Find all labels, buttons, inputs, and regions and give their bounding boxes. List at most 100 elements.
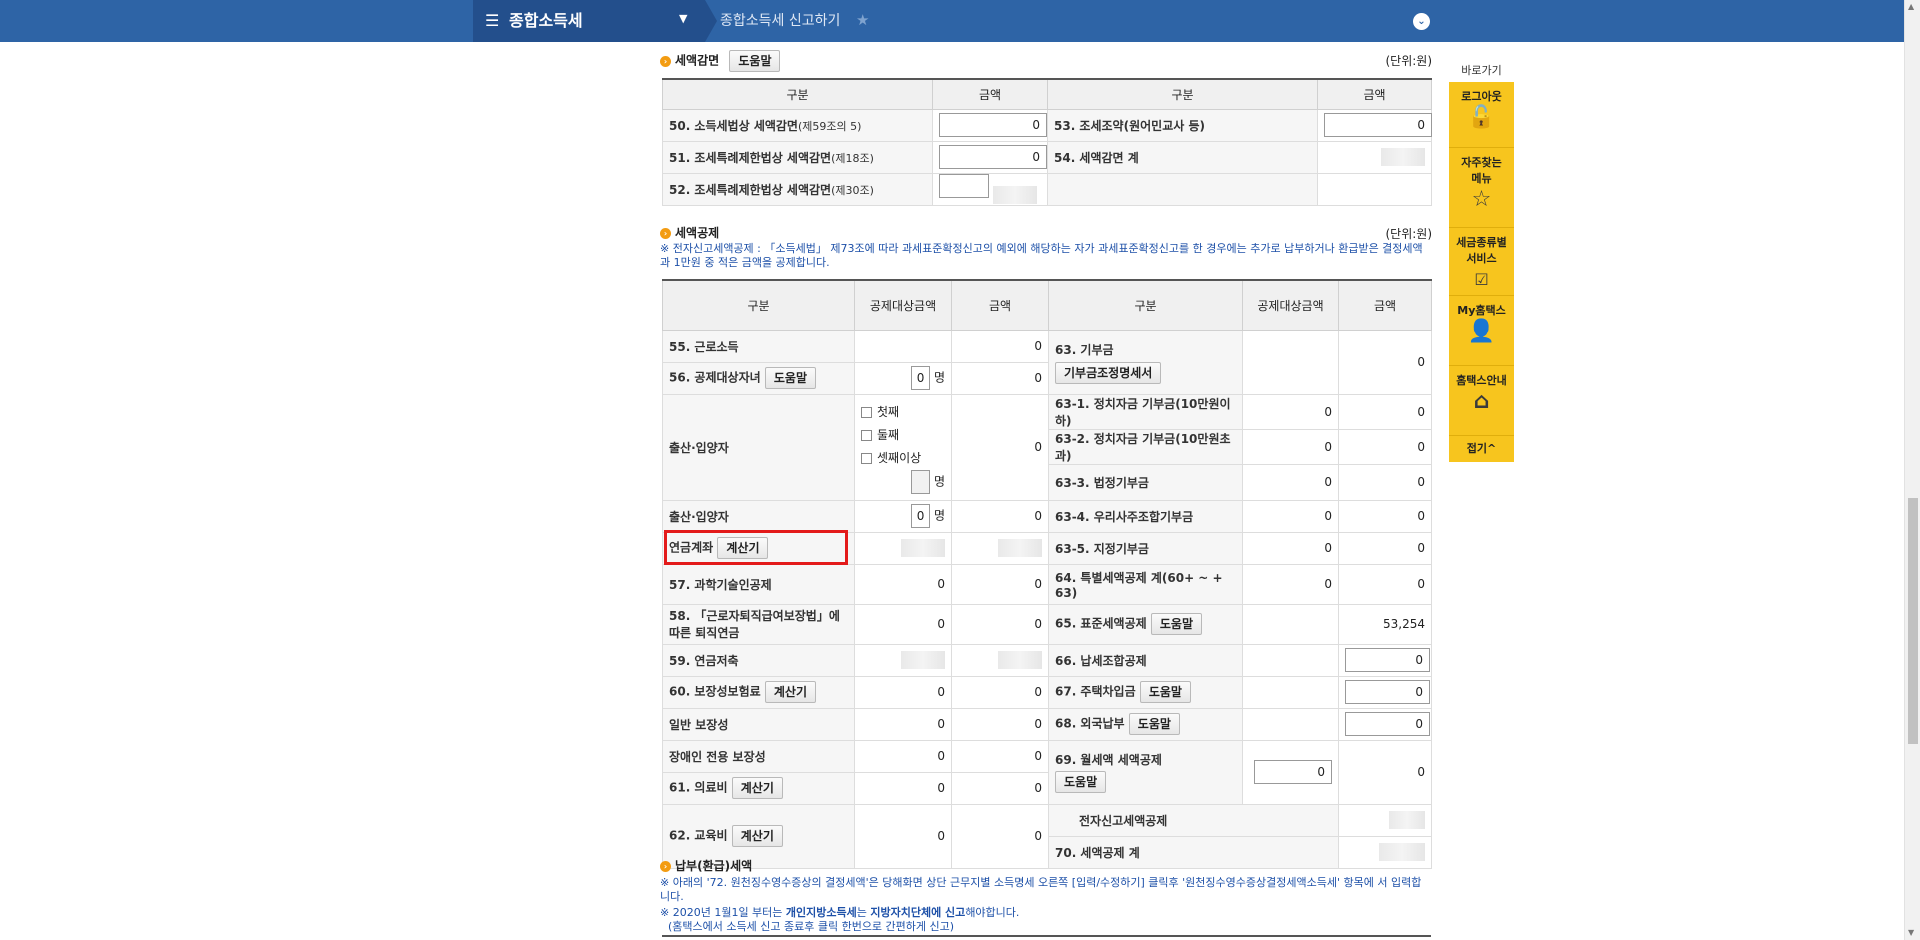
empty-cell [1242, 707, 1339, 741]
amount-input-50[interactable]: 0 [939, 113, 1047, 137]
empty-cell [854, 329, 952, 363]
payment-note-1: ※ 아래의 '72. 원천징수영수증상의 결정세액'은 당해화면 상단 근무지별… [660, 876, 1422, 903]
help-button[interactable]: 도움말 [1055, 771, 1107, 793]
quick-frequent-menu[interactable]: 자주찾는 메뉴 ☆ [1449, 148, 1514, 228]
row-label-70: 70. 세액공제 계 [1048, 835, 1339, 869]
column-header: 구분 [662, 78, 933, 110]
row-label-56: 56. 공제대상자녀 도움말 [662, 361, 855, 395]
blurred-value [1389, 811, 1425, 829]
reduction-table: 구분 금액 구분 금액 50. 소득세법상 세액감면(제59조의 5) 0 53… [662, 78, 1432, 206]
row-label-63: 63. 기부금 기부금조정명세서 [1048, 329, 1243, 395]
quick-my-hometax[interactable]: My홈택스 👤 [1449, 296, 1514, 366]
checkbox-first[interactable]: 첫째 [861, 401, 945, 424]
row-label-51: 51. 조세특례제한법상 세액감면(제18조) [662, 140, 933, 174]
payment-note-3: (홈택스에서 소득세 신고 종료후 클릭 한번으로 간편하게 신고) [668, 920, 955, 933]
birth-options: 첫째 둘째 셋째이상 명 [854, 393, 952, 501]
empty-cell [1242, 643, 1339, 677]
amount-value: 0 [951, 393, 1049, 501]
help-button[interactable]: 도움말 [1150, 613, 1202, 635]
empty-cell [1242, 329, 1339, 395]
amount-input-68[interactable]: 0 [1345, 712, 1430, 736]
adoption-count-input[interactable]: 0 [911, 504, 931, 528]
section-title-deduction: › 세액공제 [660, 224, 719, 241]
row-label-63-4: 63-4. 우리사주조합기부금 [1048, 499, 1243, 533]
amount-input-52[interactable] [939, 174, 989, 199]
row-label-birth-2: 출산·입양자 [662, 499, 855, 533]
row-label-58: 58. 「근로자퇴직급여보장법」에 따른 퇴직연금 [662, 603, 855, 645]
person-icon: 👤 [1467, 319, 1496, 344]
row-label-61: 61. 의료비 계산기 [662, 771, 855, 805]
checkbox-second[interactable]: 둘째 [861, 424, 945, 447]
caret-down-icon[interactable]: ▼ [679, 12, 687, 25]
house-icon: ⌂ [1473, 389, 1490, 414]
calculator-button[interactable]: 계산기 [731, 777, 783, 799]
help-button[interactable]: 도움말 [764, 367, 816, 389]
scroll-up-icon[interactable]: ▲ [1908, 2, 1914, 11]
menu-title[interactable]: 종합소득세 [509, 11, 583, 31]
row-label-66: 66. 납세조합공제 [1048, 643, 1243, 677]
row-label-67: 67. 주택차입금 도움말 [1048, 675, 1243, 709]
row-label-50: 50. 소득세법상 세액감면(제59조의 5) [662, 108, 933, 142]
star-icon: ☆ [1471, 187, 1492, 212]
row-label-63-2: 63-2. 정치자금 기부금(10만원초과) [1048, 428, 1243, 465]
breadcrumb[interactable]: 종합소득세 신고하기 [720, 12, 840, 30]
scroll-down-icon[interactable]: ▼ [1908, 928, 1914, 937]
unlock-icon: 🔓 [1467, 105, 1496, 130]
menu-selector[interactable]: ☰ 종합소득세 ▼ [473, 0, 705, 42]
calculator-button[interactable]: 계산기 [731, 825, 783, 847]
column-header: 공제대상금액 [854, 279, 952, 331]
row-label-63-5: 63-5. 지정기부금 [1048, 531, 1243, 565]
row-label-54: 54. 세액감면 계 [1047, 140, 1318, 174]
rent-input[interactable]: 0 [1254, 760, 1332, 784]
empty-cell [1242, 675, 1339, 709]
fold-button[interactable]: 접기^ [1449, 436, 1514, 462]
column-header: 금액 [1338, 279, 1432, 331]
column-header: 금액 [951, 279, 1049, 331]
scrollbar[interactable]: ▲ ▼ [1904, 0, 1920, 940]
blurred-value [901, 651, 945, 669]
unit-label: (단위:원) [1385, 54, 1432, 68]
help-button[interactable]: 도움말 [729, 50, 781, 72]
amount-input-53[interactable]: 0 [1324, 113, 1432, 137]
quick-hometax-guide[interactable]: 홈택스안내 ⌂ [1449, 366, 1514, 436]
checkbox-icon: ☑ [1474, 270, 1489, 289]
column-header: 구분 [662, 279, 855, 331]
quick-logout[interactable]: 로그아웃 🔓 [1449, 82, 1514, 148]
payment-note-2: ※ 2020년 1월1일 부터는 개인지방소득세는 지방자치단체에 신고해야합니… [660, 906, 1020, 919]
column-header: 공제대상금액 [1242, 279, 1339, 331]
bullet-icon: › [660, 55, 671, 67]
child-count-input[interactable]: 0 [911, 366, 931, 390]
help-button[interactable]: 도움말 [1128, 713, 1180, 735]
checkbox-third[interactable]: 셋째이상 [861, 447, 945, 470]
amount-input-67[interactable]: 0 [1345, 680, 1430, 704]
bullet-icon: › [660, 228, 671, 239]
highlight-box [664, 530, 848, 565]
row-label-63-3: 63-3. 법정기부금 [1048, 463, 1243, 501]
amount-input-51[interactable]: 0 [939, 145, 1047, 169]
hamburger-icon[interactable]: ☰ [485, 11, 499, 31]
quick-menu-title: 바로가기 [1461, 64, 1502, 77]
donation-statement-button[interactable]: 기부금조정명세서 [1055, 361, 1162, 384]
amount-value: 0 [951, 329, 1049, 363]
breadcrumb-separator [705, 0, 717, 42]
amount-value: 0 [1338, 329, 1432, 395]
help-button[interactable]: 도움말 [1139, 681, 1191, 703]
row-label-63-1: 63-1. 정치자금 기부금(10만원이하) [1048, 393, 1243, 430]
scrollbar-thumb[interactable] [1908, 498, 1918, 744]
section-title-payment: › 납부(환급)세액 [660, 857, 752, 874]
blurred-value [1379, 843, 1425, 861]
blurred-value [992, 185, 1037, 204]
chevron-down-icon[interactable]: ⌄ [1413, 13, 1430, 30]
row-label-53: 53. 조세조약(원어민교사 등) [1047, 108, 1318, 142]
row-label-69: 69. 월세액 세액공제 도움말 [1048, 739, 1243, 805]
birth-count-input[interactable] [911, 469, 931, 494]
notice-text: ※ 전자신고세액공제 : 「소득세법」 제73조에 따라 과세표준확정신고의 예… [660, 242, 1423, 269]
quick-tax-service[interactable]: 세금종류별 서비스 ☑ [1449, 228, 1514, 296]
unit-label: (단위:원) [1385, 227, 1432, 241]
amount-input-66[interactable]: 0 [1345, 648, 1430, 672]
blurred-value [998, 651, 1042, 669]
calculator-button[interactable]: 계산기 [764, 681, 816, 703]
bullet-icon: › [660, 861, 671, 872]
column-header: 금액 [1317, 78, 1432, 110]
favorite-star-icon[interactable]: ★ [856, 11, 869, 29]
